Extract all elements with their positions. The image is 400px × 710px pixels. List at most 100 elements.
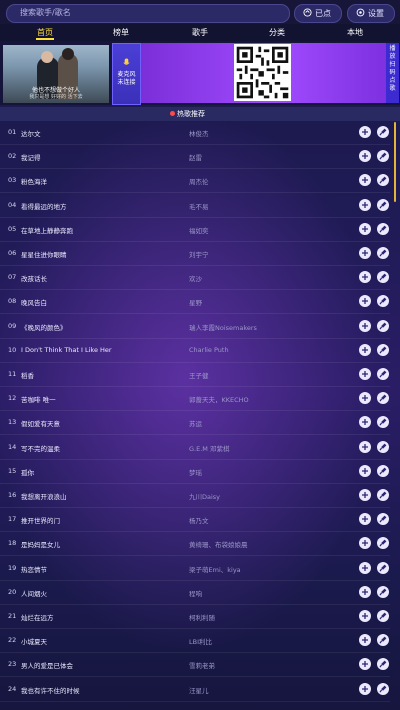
song-row[interactable]: 11 稻香 王子健 [0, 363, 400, 387]
video-preview[interactable]: 他也不想做个好人 我只是想 好好的 活下去 [3, 45, 109, 103]
scrollbar-thumb[interactable] [394, 122, 396, 202]
song-row[interactable]: 08 晚风告白 星野 [0, 290, 400, 315]
sing-now-icon[interactable] [377, 416, 389, 429]
song-row[interactable]: 10 I Don't Think That I Like Her Charlie P… [0, 339, 400, 363]
song-title[interactable]: 是妈妈是女儿 [21, 539, 60, 549]
sing-now-icon[interactable] [377, 464, 389, 477]
sing-now-icon[interactable] [377, 489, 389, 501]
tab-categories[interactable]: 分类 [260, 24, 294, 41]
song-title[interactable]: 推开世界的门 [21, 515, 60, 525]
song-row[interactable]: 06 星星住进你眼睛 刘宇宁 [0, 242, 400, 266]
add-song-icon[interactable] [359, 561, 371, 574]
add-song-icon[interactable] [359, 416, 371, 429]
sing-now-icon[interactable] [377, 561, 389, 574]
song-title[interactable]: 灿烂在远方 [21, 612, 54, 622]
add-song-icon[interactable] [359, 658, 371, 671]
song-title[interactable]: 孤你 [21, 467, 34, 477]
queued-button[interactable]: 已点 [294, 4, 342, 23]
tab-charts[interactable]: 榜单 [104, 24, 138, 41]
add-song-icon[interactable] [359, 271, 371, 284]
song-row[interactable]: 21 灿烂在远方 柯利利随 [0, 605, 400, 629]
song-title[interactable]: 星星住进你眼睛 [21, 249, 67, 259]
song-row[interactable]: 17 推开世界的门 杨乃文 [0, 508, 400, 533]
song-row[interactable]: 03 粉色海洋 周杰伦 [0, 169, 400, 194]
sing-now-icon[interactable] [377, 610, 389, 622]
song-row[interactable]: 07 改孩话长 欢沙 [0, 266, 400, 291]
sing-now-icon[interactable] [377, 537, 389, 550]
scan-to-order-side-label[interactable]: 播 放 扫 码 点 歌 [386, 43, 399, 103]
search-input[interactable]: 搜索歌手/歌名 [6, 4, 290, 23]
sing-now-icon[interactable] [377, 319, 389, 332]
song-row[interactable]: 09 《晚风的颜色》 瑞人李霞Noisemakers [0, 315, 400, 339]
sing-now-icon[interactable] [377, 440, 389, 453]
add-song-icon[interactable] [359, 174, 371, 187]
song-row[interactable]: 13 假如爱有天意 苏运 [0, 411, 400, 436]
song-title[interactable]: 改孩话长 [21, 273, 47, 283]
add-song-icon[interactable] [359, 537, 371, 550]
song-title[interactable]: 假如爱有天意 [21, 418, 60, 428]
song-row[interactable]: 05 在草地上静静奔跑 福如奕 [0, 218, 400, 242]
sing-now-icon[interactable] [377, 658, 389, 671]
song-title[interactable]: 我记得 [21, 152, 41, 162]
add-song-icon[interactable] [359, 343, 371, 356]
song-row[interactable]: 14 写不完的温柔 G.E.M 邓紫棋 [0, 436, 400, 460]
settings-button[interactable]: 设置 [347, 4, 395, 23]
add-song-icon[interactable] [359, 634, 371, 647]
sing-now-icon[interactable] [377, 513, 389, 526]
sing-now-icon[interactable] [377, 150, 389, 163]
song-title[interactable]: 写不完的温柔 [21, 443, 60, 453]
song-title[interactable]: 人间烟火 [21, 588, 47, 598]
sing-now-icon[interactable] [377, 222, 389, 235]
song-row[interactable]: 16 我想离开浪浪山 九川Daisy [0, 484, 400, 508]
sing-now-icon[interactable] [377, 343, 389, 356]
song-row[interactable]: 24 我也有许不住的时候 汪星儿 [0, 678, 400, 702]
song-row[interactable]: 12 苦咖啡 唯一 郭蔷天夫，KKECHO [0, 387, 400, 412]
song-title[interactable]: 我想离开浪浪山 [21, 491, 67, 501]
qr-code[interactable] [234, 44, 291, 101]
song-title[interactable]: 《晚风的颜色》 [21, 322, 67, 332]
add-song-icon[interactable] [359, 198, 371, 211]
song-title[interactable]: 小城夏天 [21, 636, 47, 646]
add-song-icon[interactable] [359, 150, 371, 163]
song-title[interactable]: 热恋情节 [21, 564, 47, 574]
add-song-icon[interactable] [359, 247, 371, 259]
song-title[interactable]: 我也有许不住的时候 [21, 685, 80, 695]
sing-now-icon[interactable] [377, 634, 389, 647]
add-song-icon[interactable] [359, 464, 371, 477]
add-song-icon[interactable] [359, 682, 371, 695]
song-title[interactable]: 稻香 [21, 370, 34, 380]
add-song-icon[interactable] [359, 295, 371, 308]
add-song-icon[interactable] [359, 222, 371, 235]
add-song-icon[interactable] [359, 368, 371, 380]
sing-now-icon[interactable] [377, 392, 389, 405]
song-title[interactable]: 晚风告白 [21, 297, 47, 307]
sing-now-icon[interactable] [377, 271, 389, 284]
song-row[interactable]: 19 热恋情节 梁子萌Emi、kiya [0, 557, 400, 581]
song-row[interactable]: 20 人间烟火 程响 [0, 581, 400, 605]
add-song-icon[interactable] [359, 440, 371, 453]
add-song-icon[interactable] [359, 319, 371, 332]
add-song-icon[interactable] [359, 513, 371, 526]
song-title[interactable]: 看得最远的地方 [21, 201, 67, 211]
song-row[interactable]: 01 达尔文 林俊杰 [0, 121, 400, 145]
add-song-icon[interactable] [359, 585, 371, 598]
tab-local[interactable]: 本地 [338, 24, 372, 41]
sing-now-icon[interactable] [377, 585, 389, 598]
add-song-icon[interactable] [359, 489, 371, 501]
song-row[interactable]: 15 孤你 梦瑶 [0, 460, 400, 484]
song-row[interactable]: 23 男人的爱是已体会 雪莉老弟 [0, 653, 400, 678]
sing-now-icon[interactable] [377, 247, 389, 259]
add-song-icon[interactable] [359, 126, 371, 138]
song-title[interactable]: 苦咖啡 唯一 [21, 394, 56, 404]
sing-now-icon[interactable] [377, 174, 389, 187]
song-title[interactable]: 在草地上静静奔跑 [21, 225, 73, 235]
microphone-status-button[interactable]: 麦克风 未连接 [112, 43, 141, 105]
song-title[interactable]: 男人的爱是已体会 [21, 660, 73, 670]
sing-now-icon[interactable] [377, 126, 389, 138]
song-title[interactable]: I Don't Think That I Like Her [21, 346, 112, 354]
song-row[interactable]: 18 是妈妈是女儿 黄绮珊、布袋娘娘晨 [0, 532, 400, 557]
add-song-icon[interactable] [359, 392, 371, 405]
sing-now-icon[interactable] [377, 368, 389, 380]
song-row[interactable]: 04 看得最远的地方 毛不易 [0, 194, 400, 218]
song-row[interactable]: 22 小城夏天 LBI利比 [0, 629, 400, 654]
